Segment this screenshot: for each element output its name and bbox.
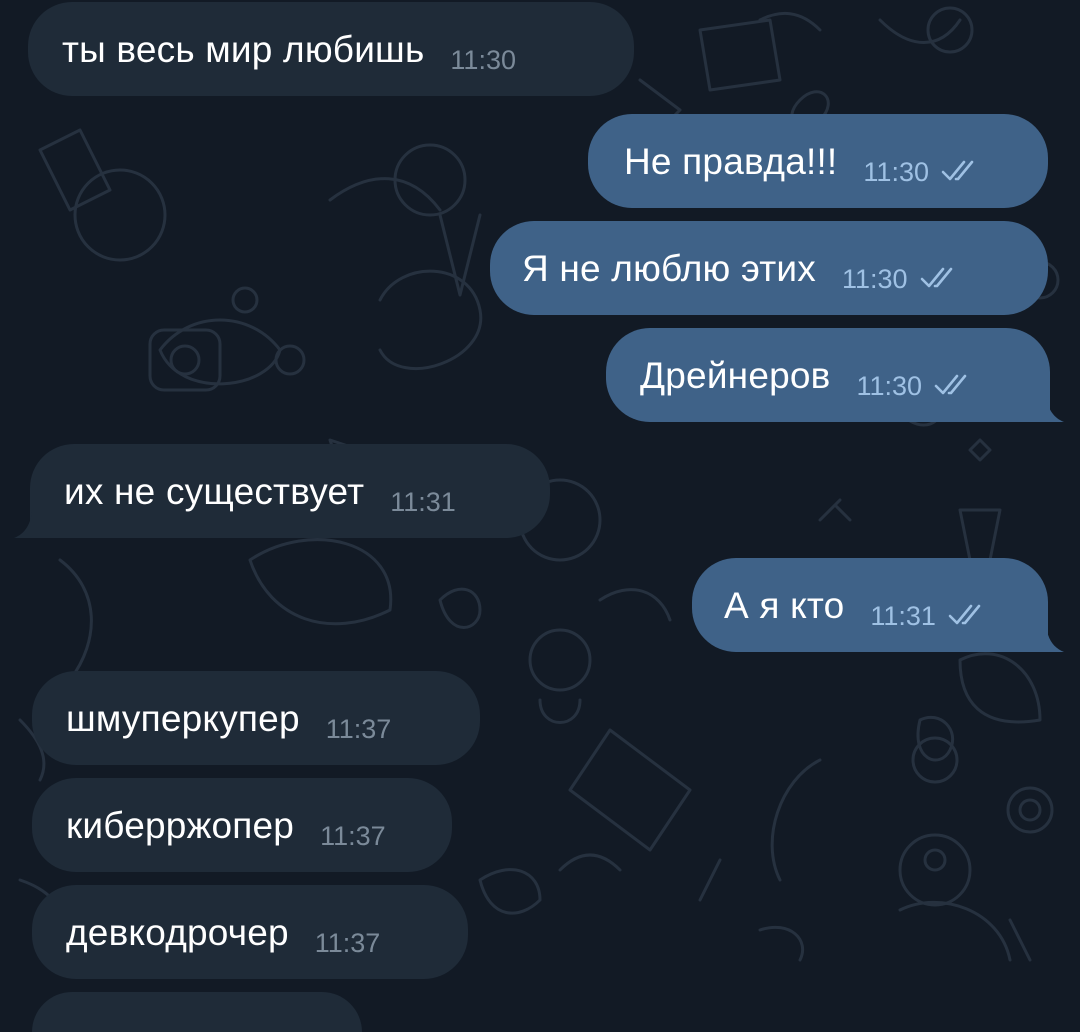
- double-check-icon: [941, 160, 974, 181]
- message-time: 11:37: [320, 820, 386, 851]
- bubble-tail: [1046, 626, 1064, 652]
- message-time: 11:30: [841, 263, 908, 294]
- message-time: 11:31: [390, 486, 456, 517]
- message-bubble-outgoing[interactable]: Не правда!!! 11:30: [588, 114, 1048, 208]
- message-text: Дрейнеров: [640, 354, 831, 396]
- message-bubble-incoming[interactable]: девкодрочер 11:37: [32, 885, 468, 979]
- message-bubble-incoming[interactable]: шмуперкупер 11:37: [32, 671, 480, 765]
- message-text: киберржопер: [66, 804, 295, 846]
- message-bubble-incoming-partial[interactable]: [32, 992, 362, 1032]
- bubble-tail: [1046, 396, 1064, 422]
- message-text: их не существует: [64, 470, 365, 512]
- message-time: 11:30: [450, 44, 516, 75]
- message-time: 11:37: [314, 927, 381, 958]
- message-text: Я не люблю этих: [522, 247, 816, 289]
- message-time: 11:37: [325, 713, 392, 744]
- message-bubble-outgoing[interactable]: А я кто 11:31: [692, 558, 1048, 652]
- bubble-tail: [14, 512, 32, 538]
- double-check-icon: [948, 604, 981, 625]
- message-text: девкодрочер: [66, 911, 289, 953]
- message-bubble-outgoing[interactable]: Я не люблю этих 11:30: [490, 221, 1048, 315]
- message-bubble-incoming[interactable]: их не существует 11:31: [30, 444, 550, 538]
- double-check-icon: [920, 267, 952, 288]
- message-bubble-incoming[interactable]: ты весь мир любишь 11:30: [28, 2, 634, 96]
- message-time: 11:30: [863, 156, 929, 187]
- message-text: Не правда!!!: [624, 140, 838, 182]
- message-time: 11:30: [856, 370, 923, 401]
- message-time: 11:31: [870, 600, 936, 631]
- message-text: шмуперкупер: [66, 697, 300, 739]
- message-text: А я кто: [724, 584, 845, 626]
- message-bubble-outgoing[interactable]: Дрейнеров 11:30: [606, 328, 1050, 422]
- message-bubble-incoming[interactable]: киберржопер 11:37: [32, 778, 452, 872]
- double-check-icon: [934, 374, 967, 395]
- message-text: ты весь мир любишь: [62, 28, 425, 70]
